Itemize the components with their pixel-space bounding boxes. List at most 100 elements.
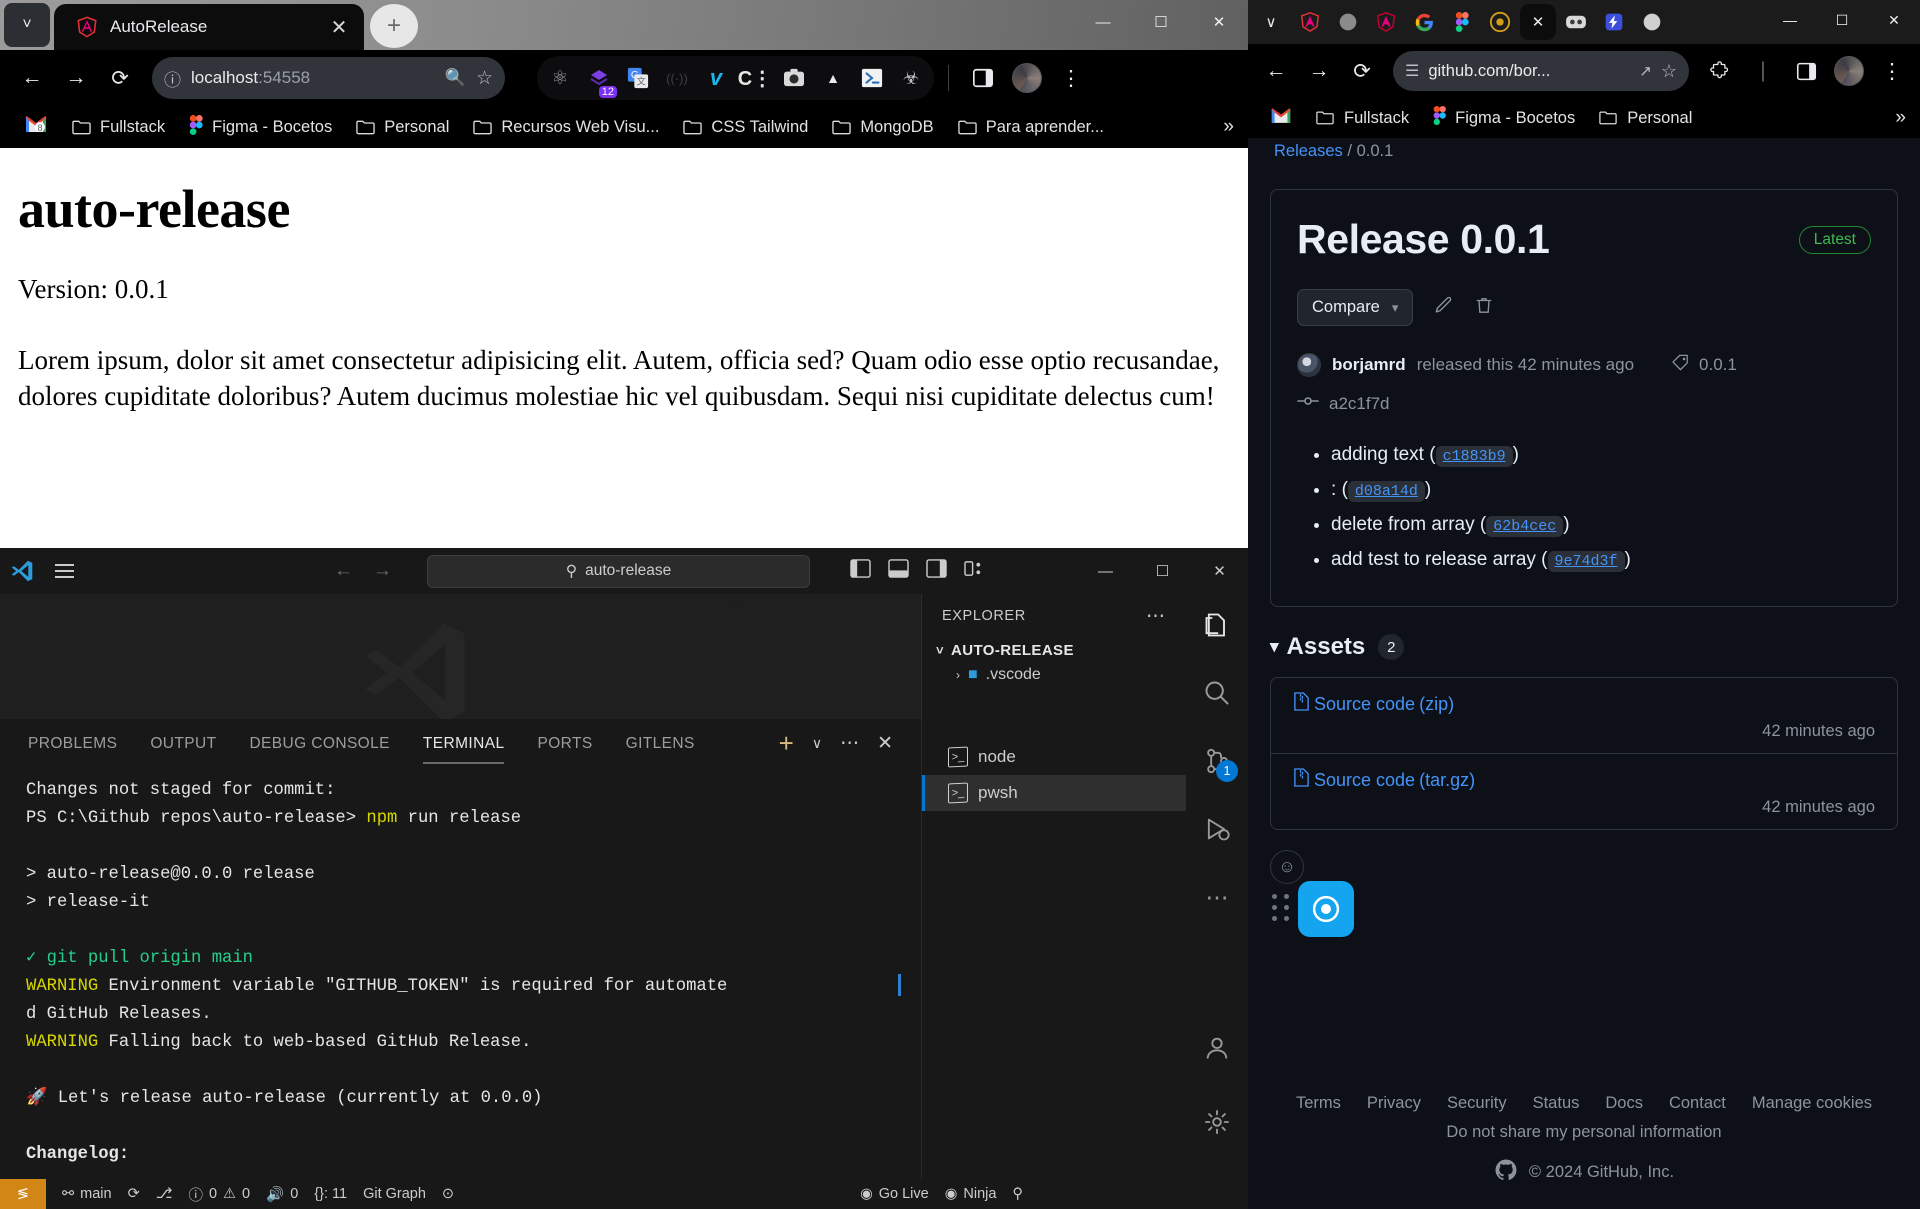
bookmark-personal[interactable]: Personal [1587, 104, 1704, 133]
vscode-maximize-icon[interactable]: ☐ [1134, 548, 1191, 594]
close-window-icon[interactable]: ✕ [1190, 0, 1248, 44]
bookmark-para-aprender[interactable]: Para aprender... [946, 113, 1116, 142]
bookmark-gmail[interactable]: 8 [12, 110, 60, 144]
tab-thunder[interactable] [1596, 4, 1632, 40]
breadcrumb-releases-link[interactable]: Releases [1274, 142, 1343, 160]
asset-link[interactable]: Source code (zip) [1293, 692, 1875, 716]
bookmark-gmail[interactable] [1258, 102, 1304, 135]
close-window-icon[interactable]: ✕ [1868, 0, 1920, 40]
close-icon[interactable]: ✕ [1532, 13, 1545, 31]
minimize-icon[interactable]: — [1764, 0, 1816, 40]
avatar[interactable] [1829, 51, 1869, 91]
tab-output[interactable]: OUTPUT [150, 723, 216, 764]
minimize-icon[interactable]: — [1074, 0, 1132, 44]
terminal-instance-node[interactable]: >_ node [922, 739, 1186, 775]
record-button-icon[interactable] [1298, 881, 1354, 937]
status-go-live[interactable]: ◉ Go Live [860, 1186, 929, 1202]
compare-button[interactable]: Compare ▾ [1297, 289, 1413, 326]
bookmark-fullstack[interactable]: Fullstack [60, 113, 177, 142]
reload-icon[interactable]: ⟳ [1342, 51, 1382, 91]
debug-bug-icon[interactable]: ☣ [898, 65, 924, 91]
browser-menu-icon[interactable]: ⋮ [1051, 58, 1091, 98]
commit-link[interactable]: 9e74d3f [1548, 551, 1625, 572]
muted-extension-icon[interactable]: ((·)) [664, 65, 690, 91]
panel-more-icon[interactable]: ⋯ [840, 732, 859, 755]
accounts-icon[interactable] [1200, 1031, 1234, 1065]
source-control-icon[interactable]: 1 [1200, 744, 1234, 778]
add-reaction-button[interactable]: ☺ [1270, 850, 1304, 884]
status-problems[interactable]: ⓘ 0 ⚠ 0 [188, 1184, 250, 1205]
bookmark-star-icon[interactable]: ☆ [1661, 61, 1677, 82]
tab-terminal[interactable]: TERMINAL [423, 723, 505, 764]
screenshot-camera-icon[interactable] [781, 65, 807, 91]
footer-link-status[interactable]: Status [1533, 1094, 1580, 1113]
footer-link-privacy[interactable]: Privacy [1367, 1094, 1421, 1113]
back-icon[interactable]: ← [12, 58, 52, 98]
bookmark-figma-bocetos[interactable]: Figma - Bocetos [1421, 101, 1587, 135]
tab-ports[interactable]: PORTS [537, 723, 592, 764]
bookmark-figma-bocetos[interactable]: Figma - Bocetos [177, 110, 344, 145]
settings-gear-icon[interactable] [1200, 1105, 1234, 1139]
pinned-tab-gray[interactable] [1330, 4, 1366, 40]
pinned-tab-figma[interactable] [1444, 4, 1480, 40]
commit-link[interactable]: d08a14d [1348, 481, 1425, 502]
bookmark-personal[interactable]: Personal [344, 113, 461, 142]
run-and-debug-icon[interactable] [1200, 812, 1234, 846]
status-git-graph[interactable]: Git Graph [363, 1186, 426, 1202]
tab-search-chevron-icon[interactable]: ˅ [4, 3, 50, 47]
maximize-icon[interactable]: ☐ [1816, 0, 1868, 40]
tab-debug-console[interactable]: DEBUG CONSOLE [249, 723, 389, 764]
vscode-close-icon[interactable]: ✕ [1191, 548, 1248, 594]
bookmark-css-tailwind[interactable]: CSS Tailwind [671, 113, 820, 142]
footer-link-terms[interactable]: Terms [1296, 1094, 1341, 1113]
vimeo-icon[interactable]: v [703, 65, 729, 91]
hamburger-icon[interactable] [44, 564, 84, 578]
avatar[interactable] [1297, 353, 1321, 377]
terminal-instance-pwsh[interactable]: >_ pwsh [922, 775, 1186, 811]
tab-search-chevron-icon[interactable]: ∨ [1252, 3, 1290, 41]
explorer-more-icon[interactable]: ⋯ [1146, 605, 1166, 628]
explorer-root-folder[interactable]: ˅ AUTO-RELEASE [922, 638, 1186, 663]
active-tab-github[interactable]: ✕ [1520, 4, 1556, 40]
footer-link-docs[interactable]: Docs [1605, 1094, 1643, 1113]
commit-link[interactable]: 62b4cec [1486, 516, 1563, 537]
remote-window-icon[interactable]: ≶ [0, 1179, 46, 1209]
status-sync-icon[interactable]: ⟳ [128, 1186, 140, 1202]
forward-icon[interactable]: → [56, 58, 96, 98]
release-commit[interactable]: a2c1f7d [1297, 393, 1871, 414]
pinned-tab-copilot[interactable] [1482, 4, 1518, 40]
toggle-panel-icon[interactable] [888, 559, 909, 583]
explorer-item-vscode[interactable]: › ■ .vscode [922, 663, 1186, 685]
explorer-icon[interactable] [1200, 608, 1234, 642]
vscode-minimize-icon[interactable]: — [1077, 548, 1134, 594]
bookmarks-overflow-icon[interactable]: » [1881, 107, 1920, 129]
vercel-icon[interactable]: ▲ [820, 65, 846, 91]
release-tag[interactable]: 0.0.1 [1671, 353, 1737, 377]
extensions-more-icon[interactable]: ⋯ [1200, 880, 1234, 914]
tune-icon[interactable]: ☰ [1405, 61, 1419, 81]
clickup-icon[interactable]: C⋮ [742, 65, 768, 91]
toggle-secondary-sidebar-icon[interactable] [926, 559, 947, 583]
status-branch[interactable]: ⚯ main [62, 1186, 112, 1202]
chevron-down-icon[interactable]: ∨ [812, 735, 822, 752]
footer-link-security[interactable]: Security [1447, 1094, 1507, 1113]
drag-grip-icon[interactable] [1272, 894, 1290, 921]
new-terminal-icon[interactable]: + [779, 730, 794, 756]
panel-close-icon[interactable]: ✕ [877, 732, 893, 755]
bookmark-star-icon[interactable]: ☆ [476, 67, 493, 90]
close-icon[interactable]: ✕ [326, 14, 352, 40]
tab-problems[interactable]: PROBLEMS [28, 723, 117, 764]
powershell-icon[interactable] [859, 65, 885, 91]
footer-link-do-not-share[interactable]: Do not share my personal information [1248, 1123, 1920, 1142]
bookmark-mongodb[interactable]: MongoDB [820, 113, 945, 142]
status-changes-icon[interactable]: ⎇ [156, 1186, 173, 1202]
customize-layout-icon[interactable] [964, 559, 985, 583]
footer-link-contact[interactable]: Contact [1669, 1094, 1726, 1113]
address-bar[interactable]: ⓘ localhost:54558 🔍 ☆ [152, 57, 505, 99]
status-notifications-icon[interactable]: ⚲ [1012, 1186, 1023, 1202]
assets-header[interactable]: ▾ Assets 2 [1270, 633, 1898, 661]
vscode-command-search[interactable]: ⚲ auto-release [427, 555, 810, 588]
trash-icon[interactable] [1474, 295, 1494, 321]
search-icon[interactable]: 🔍 [445, 68, 466, 88]
react-devtools-icon[interactable]: ⚛ [547, 65, 573, 91]
